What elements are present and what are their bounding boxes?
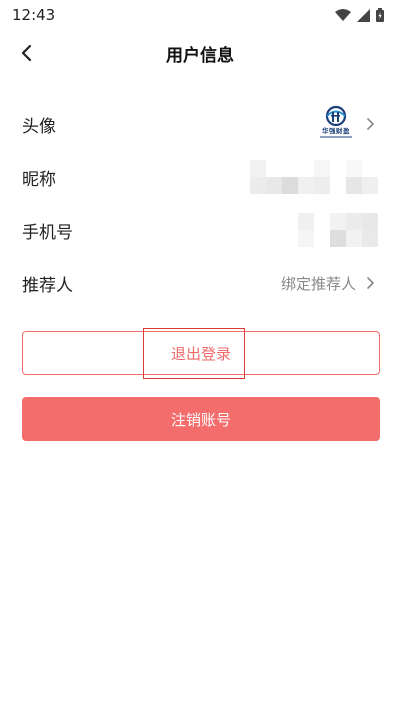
referrer-row[interactable]: 推荐人 绑定推荐人 bbox=[0, 257, 400, 309]
avatar[interactable]: 华强财盈 bbox=[316, 105, 356, 143]
chevron-right-icon bbox=[367, 277, 374, 289]
cancel-account-button-label: 注销账号 bbox=[170, 410, 231, 429]
status-bar: 12:43 bbox=[0, 0, 400, 30]
avatar-row[interactable]: 头像 华强财盈 bbox=[0, 98, 400, 150]
referrer-label: 推荐人 bbox=[22, 275, 73, 296]
wifi-icon bbox=[335, 9, 351, 21]
avatar-label: 头像 bbox=[22, 116, 56, 137]
logo-underline bbox=[320, 136, 352, 138]
nickname-label: 昵称 bbox=[22, 169, 56, 190]
logo-text: 华强财盈 bbox=[322, 127, 350, 135]
cellular-signal-icon bbox=[357, 8, 370, 22]
cancel-account-button[interactable]: 注销账号 bbox=[22, 397, 380, 441]
battery-icon bbox=[376, 8, 384, 22]
referrer-row-right: 绑定推荐人 bbox=[281, 273, 378, 294]
chevron-right-icon bbox=[367, 118, 374, 130]
avatar-row-right: 华强财盈 bbox=[316, 105, 378, 143]
logout-button-label: 退出登录 bbox=[170, 344, 231, 363]
logout-button[interactable]: 退出登录 bbox=[22, 331, 380, 375]
company-logo-icon bbox=[325, 105, 347, 127]
status-icons bbox=[335, 8, 384, 22]
nickname-value-blurred bbox=[250, 160, 378, 194]
phone-value-blurred bbox=[298, 213, 378, 247]
page-title: 用户信息 bbox=[166, 45, 234, 66]
bind-referrer-link[interactable]: 绑定推荐人 bbox=[281, 273, 356, 294]
phone-label: 手机号 bbox=[22, 222, 73, 243]
nickname-row[interactable]: 昵称 bbox=[0, 151, 400, 203]
chevron-left-icon bbox=[21, 44, 32, 62]
status-time: 12:43 bbox=[12, 6, 56, 24]
back-button[interactable] bbox=[10, 36, 44, 70]
nav-bar: 用户信息 bbox=[0, 30, 400, 76]
phone-row[interactable]: 手机号 bbox=[0, 204, 400, 256]
